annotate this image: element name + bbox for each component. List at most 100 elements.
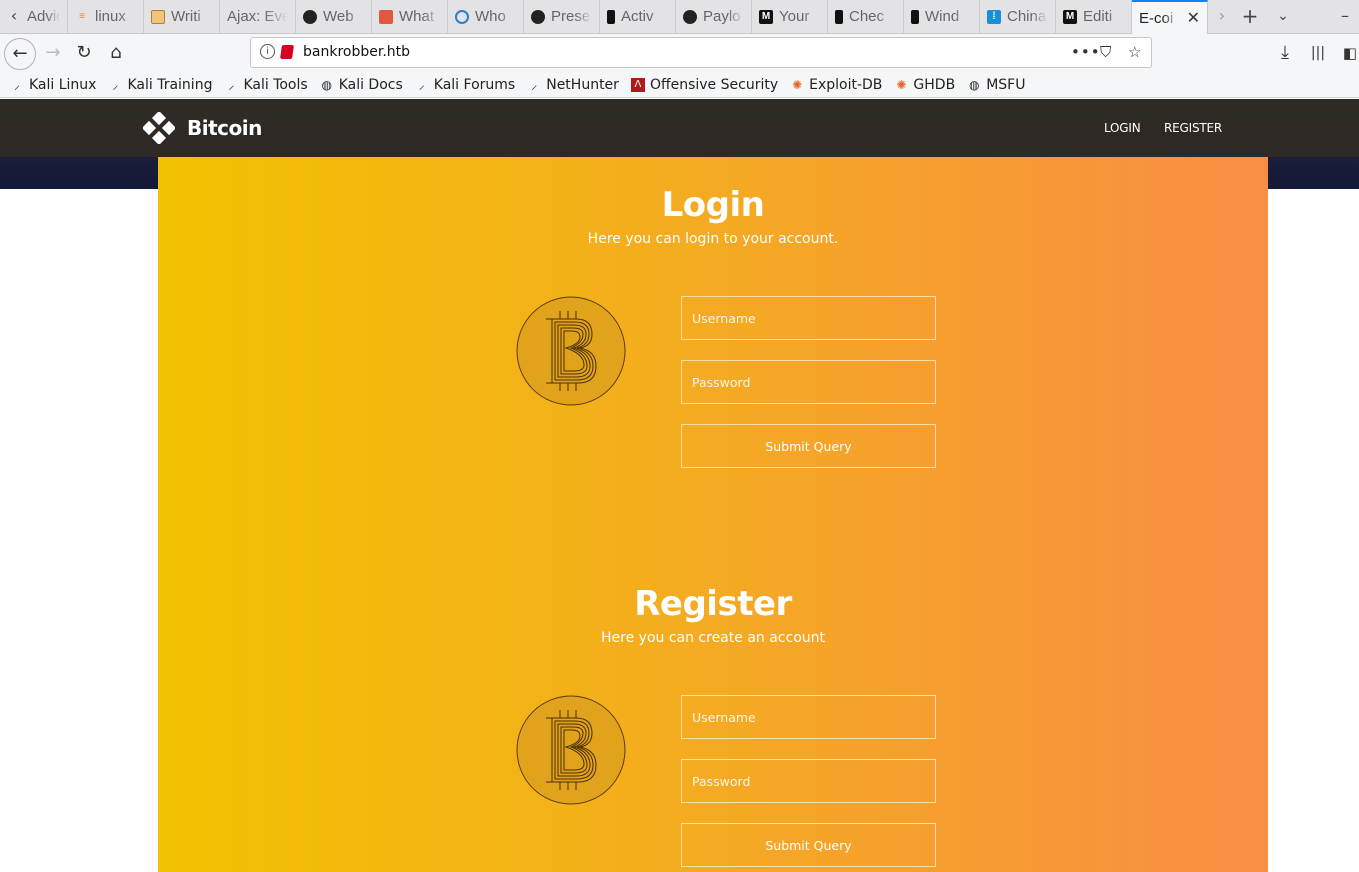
bookmark-label: GHDB: [913, 76, 956, 93]
close-tab-icon[interactable]: ✕: [1187, 8, 1200, 28]
globe-icon: [455, 9, 469, 24]
tab-label: Writi: [171, 8, 201, 25]
exploitdb-icon: ✺: [792, 77, 803, 92]
tab-label: Prese: [551, 8, 591, 25]
tab-label: Wind: [925, 8, 960, 25]
minimize-window-icon[interactable]: –: [1333, 5, 1357, 29]
tab-label: Advic: [27, 8, 60, 25]
navigation-toolbar: ← → ↻ ⌂ i bankrobber.htb ••• ⛉ ☆ ⤓ ||| ◧: [0, 34, 1359, 72]
login-username-input[interactable]: [681, 296, 936, 340]
bookmark-kali-tools[interactable]: ⸝ Kali Tools: [224, 77, 307, 93]
tab-prese[interactable]: Prese: [524, 0, 600, 33]
tab-wind[interactable]: Wind: [904, 0, 980, 33]
tab-ajax[interactable]: Ajax: Eve: [220, 0, 296, 33]
downloads-icon[interactable]: ⤓: [1270, 38, 1300, 68]
nav-login-link[interactable]: LOGIN: [1104, 121, 1141, 135]
tab-paylo[interactable]: Paylo: [676, 0, 752, 33]
tab-who[interactable]: Who: [448, 0, 524, 33]
bookmark-label: NetHunter: [546, 76, 619, 93]
bookmark-kali-forums[interactable]: ⸝ Kali Forums: [415, 77, 515, 93]
bookmark-label: Kali Forums: [433, 76, 516, 93]
bookmark-ghdb[interactable]: ✺ GHDB: [894, 77, 955, 93]
tab-activ[interactable]: Activ: [600, 0, 676, 33]
register-submit-button[interactable]: Submit Query: [681, 823, 936, 867]
bookmark-label: Exploit-DB: [809, 76, 883, 93]
login-submit-button[interactable]: Submit Query: [681, 424, 936, 468]
notepad-icon: [151, 9, 165, 24]
brand-icon: [379, 9, 393, 24]
bookmark-exploit-db[interactable]: ✺ Exploit-DB: [790, 77, 882, 93]
scroll-tabs-right-icon[interactable]: ›: [1210, 5, 1234, 29]
tab-label: China: [1007, 8, 1047, 25]
library-icon[interactable]: |||: [1303, 38, 1333, 68]
brand-name: Bitcoin: [187, 116, 262, 140]
tab-china[interactable]: ⁞ China: [980, 0, 1056, 33]
bookmark-star-icon[interactable]: ☆: [1128, 43, 1141, 61]
tab-editi[interactable]: M Editi: [1056, 0, 1132, 33]
bookmark-label: Kali Docs: [338, 76, 403, 93]
kali-icon: [911, 9, 919, 24]
bookmark-kali-linux[interactable]: ⸝ Kali Linux: [10, 77, 96, 93]
bookmark-nethunter[interactable]: ⸝ NetHunter: [527, 77, 619, 93]
diamond-cluster-logo-icon: [143, 112, 175, 144]
tab-label: Activ: [621, 8, 654, 25]
tab-label: Paylo: [703, 8, 741, 25]
kali-dragon-icon: ⸝: [418, 77, 425, 92]
kali-dragon-icon: ⸝: [228, 77, 235, 92]
bookmark-offensive-security[interactable]: Λ Offensive Security: [630, 77, 778, 93]
globe-icon: ◍: [968, 77, 980, 92]
tab-label: What: [399, 8, 435, 25]
web-page: Login Here you can login to your account…: [0, 99, 1359, 872]
brand-logo[interactable]: Bitcoin: [143, 112, 262, 144]
new-tab-icon[interactable]: +: [1238, 5, 1262, 29]
offsec-icon: Λ: [630, 77, 645, 92]
tab-label: Chec: [849, 8, 885, 25]
register-password-input[interactable]: [681, 759, 936, 803]
exploitdb-icon: ✺: [896, 77, 907, 92]
bookmark-label: Kali Linux: [29, 76, 97, 93]
kali-dragon-icon: ⸝: [112, 77, 119, 92]
home-icon[interactable]: ⌂: [101, 38, 131, 68]
tab-web[interactable]: Web: [296, 0, 372, 33]
tab-ecoin-active[interactable]: E-coi ✕: [1132, 0, 1208, 34]
tab-label: Ajax: Eve: [227, 8, 288, 25]
globe-icon: ◍: [321, 77, 332, 92]
list-all-tabs-icon[interactable]: ⌄: [1271, 5, 1295, 29]
tab-label: E-coi: [1139, 9, 1174, 27]
github-icon: [303, 9, 317, 24]
url-bar[interactable]: i bankrobber.htb ••• ⛉ ☆: [250, 37, 1152, 68]
kali-icon: [835, 9, 843, 24]
bookmark-msfu[interactable]: ◍ MSFU: [967, 76, 1026, 93]
url-text[interactable]: bankrobber.htb: [303, 44, 410, 60]
tab-linux[interactable]: ≡ linux: [68, 0, 144, 33]
site-header: Bitcoin LOGIN REGISTER: [0, 99, 1359, 157]
tab-your[interactable]: M Your: [752, 0, 828, 33]
tab-writi[interactable]: Writi: [144, 0, 220, 33]
forward-arrow-icon[interactable]: →: [38, 38, 68, 68]
page-actions-icon[interactable]: •••: [1071, 43, 1101, 61]
medium-icon: M: [759, 9, 773, 24]
login-title: Login: [661, 185, 765, 225]
sidebar-icon[interactable]: ◧: [1335, 38, 1359, 68]
insecure-connection-icon[interactable]: [280, 45, 294, 59]
kali-icon: [607, 9, 615, 24]
site-info-icon[interactable]: i: [260, 44, 275, 59]
bookmark-kali-training[interactable]: ⸝ Kali Training: [108, 77, 212, 93]
tab-chec[interactable]: Chec: [828, 0, 904, 33]
tab-advic[interactable]: Advic: [20, 0, 68, 33]
pocket-icon[interactable]: ⛉: [1100, 43, 1111, 61]
tab-label: Your: [779, 8, 810, 25]
bitcoin-coin-icon: [516, 695, 626, 805]
tab-what[interactable]: What: [372, 0, 448, 33]
bookmark-label: MSFU: [986, 76, 1026, 93]
medium-icon: M: [1063, 9, 1077, 24]
bookmark-kali-docs[interactable]: ◍ Kali Docs: [320, 76, 403, 93]
reload-icon[interactable]: ↻: [69, 38, 99, 68]
tab-label: Who: [475, 8, 506, 25]
login-password-input[interactable]: [681, 360, 936, 404]
back-arrow-icon[interactable]: ←: [4, 38, 36, 70]
tab-strip: ‹ Advic ≡linux Writi Ajax: Eve Web What …: [0, 0, 1359, 34]
nav-register-link[interactable]: REGISTER: [1164, 121, 1222, 135]
register-username-input[interactable]: [681, 695, 936, 739]
bookmark-label: Kali Training: [127, 76, 213, 93]
